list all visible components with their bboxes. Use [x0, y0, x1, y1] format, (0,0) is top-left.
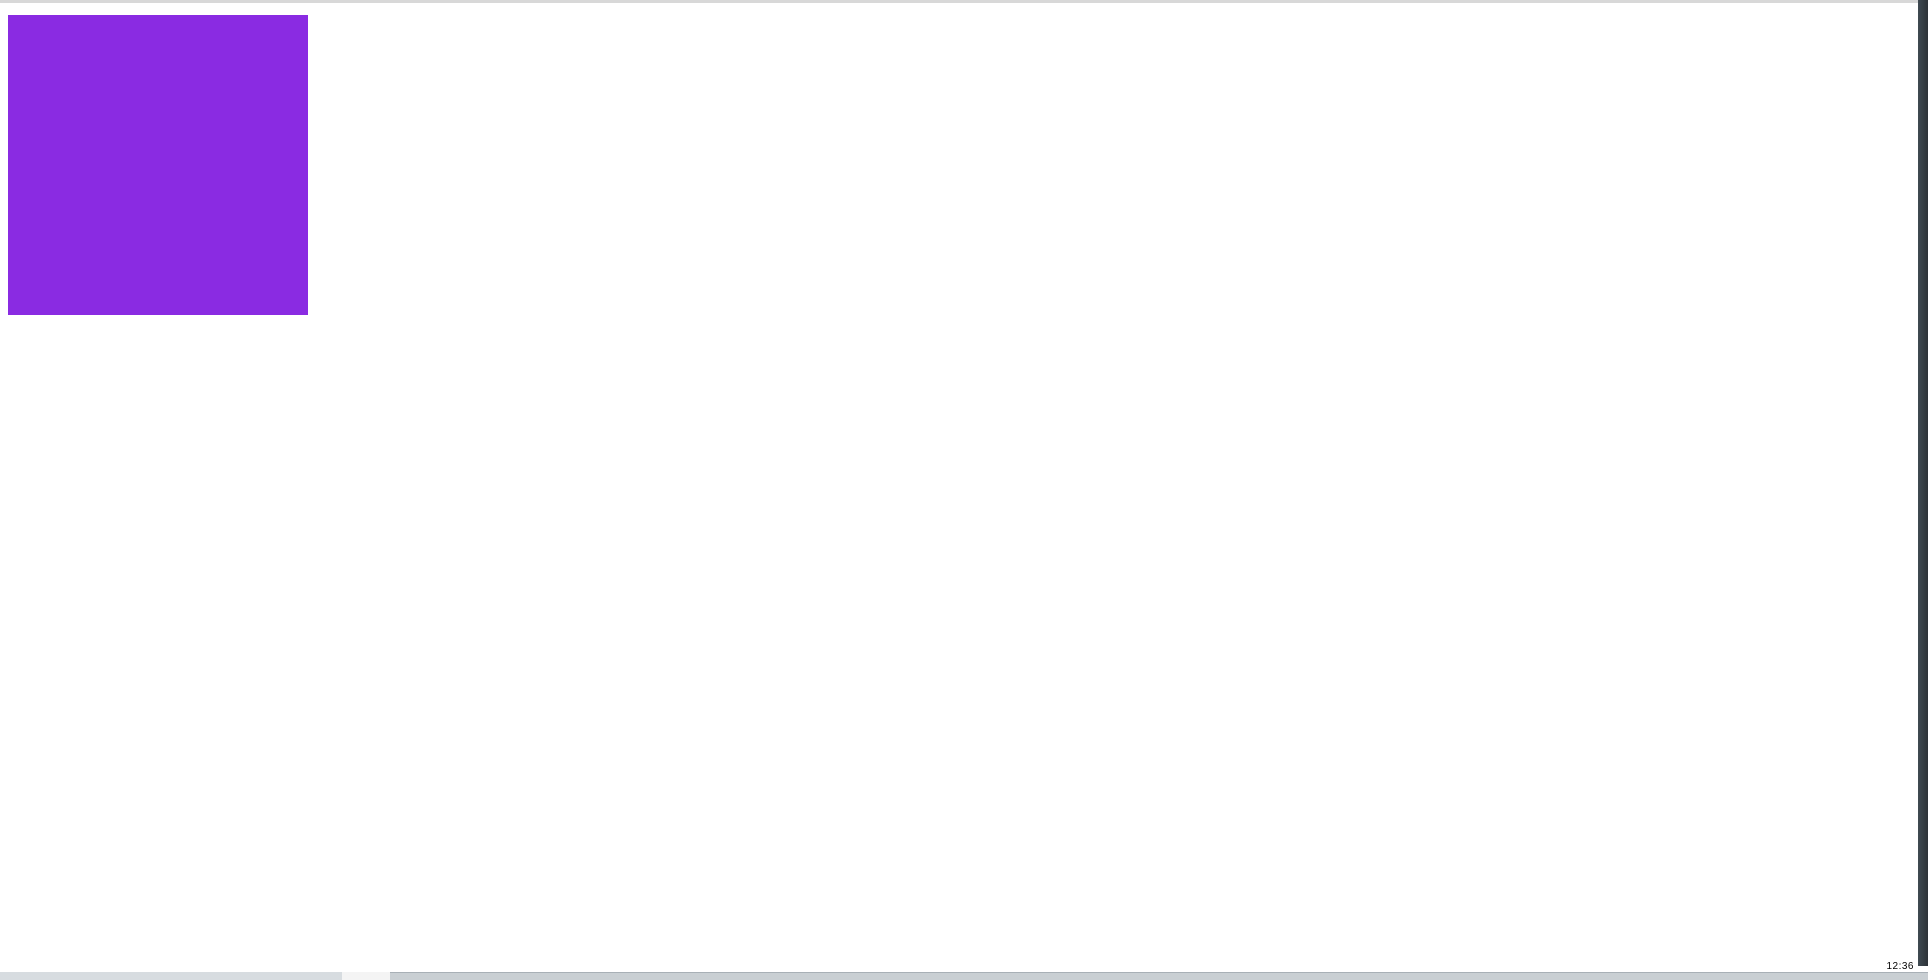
purple-rectangle	[8, 15, 308, 315]
taskbar-region: 12:36	[0, 966, 1928, 980]
taskbar[interactable]	[0, 972, 1928, 980]
taskbar-app-button[interactable]	[0, 972, 342, 980]
browser-viewport	[0, 0, 1918, 966]
window-frame-right-edge	[1918, 0, 1928, 980]
taskbar-separator	[342, 972, 390, 980]
taskbar-clock[interactable]: 12:36	[1886, 961, 1914, 972]
